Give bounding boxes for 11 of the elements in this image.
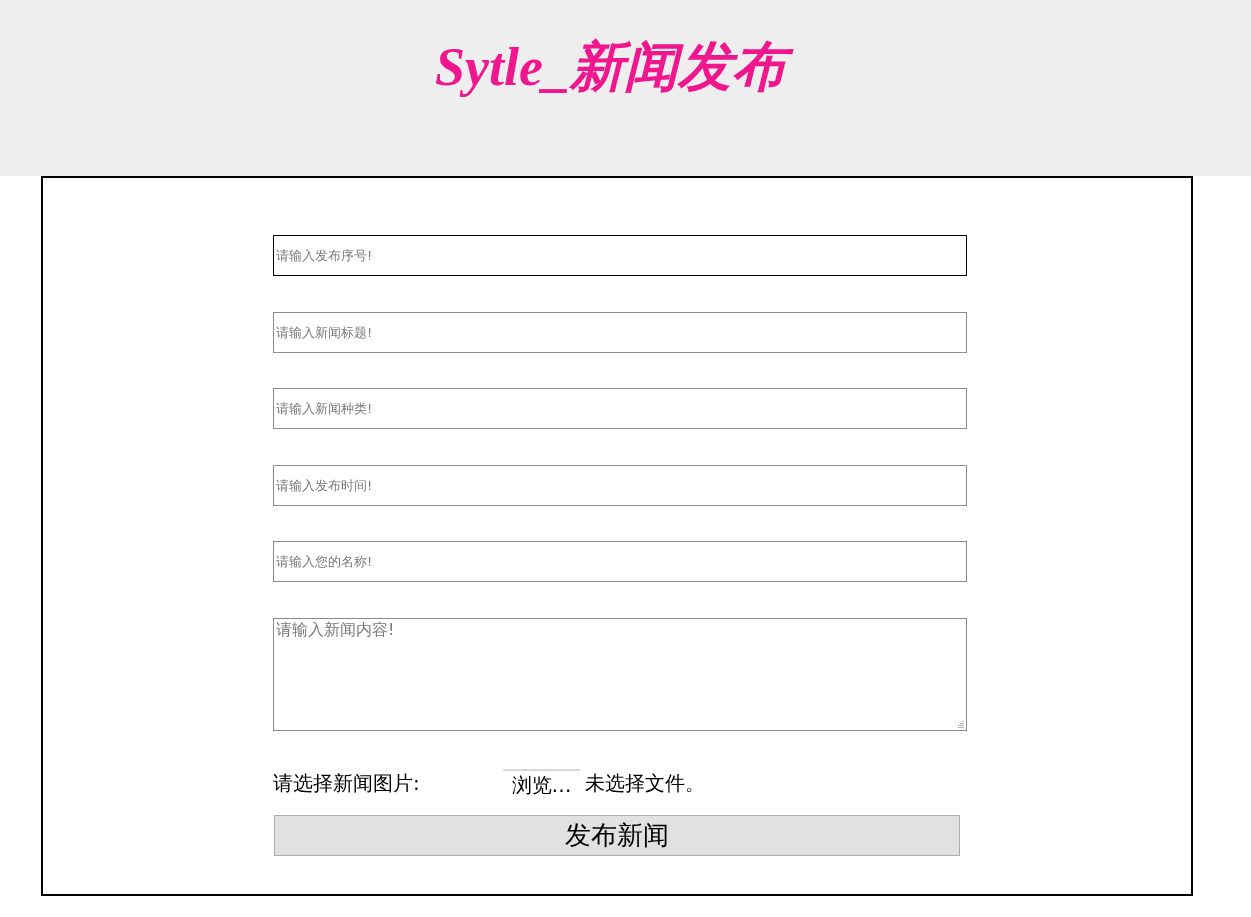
input-field[interactable]: 请输入新闻标题! xyxy=(273,311,967,353)
input-field[interactable]: 请输入新闻种类! xyxy=(273,388,967,429)
textarea-field[interactable]: 请输入新闻内容! xyxy=(273,617,967,731)
submit-button[interactable]: 发布新闻 xyxy=(274,814,960,856)
input-field[interactable]: 请输入您的名称! xyxy=(273,541,967,582)
input-field[interactable]: 请输入发布时间! xyxy=(273,464,967,506)
input-field[interactable]: 请输入发布序号! xyxy=(273,235,967,276)
file-status: 未选择文件。 xyxy=(585,770,705,797)
file-label: 请选择新闻图片: xyxy=(273,770,421,797)
page-title: Sytle_新闻发布 xyxy=(429,36,802,99)
resize-grip-icon[interactable] xyxy=(957,720,964,728)
